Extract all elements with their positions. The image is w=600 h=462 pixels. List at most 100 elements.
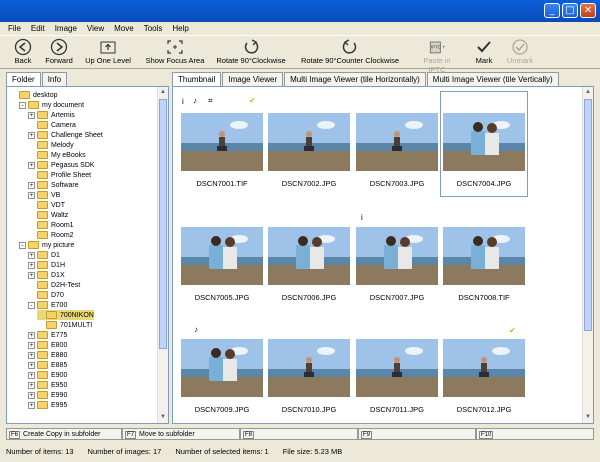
collapse-icon[interactable]: - (19, 101, 26, 109)
thumbnail-image[interactable] (181, 113, 263, 171)
f8-button[interactable]: F8 (240, 428, 358, 440)
menu-move[interactable]: Move (114, 24, 134, 33)
expand-icon[interactable]: + (28, 271, 35, 279)
f10-button[interactable]: F10 (476, 428, 594, 440)
tree-item[interactable]: 701MULTI (37, 320, 92, 330)
back-button[interactable]: Back (8, 38, 38, 65)
tree-item[interactable]: - E700 (28, 300, 67, 310)
tab-thumbnail[interactable]: Thumbnail (172, 72, 222, 86)
thumbnail-filename[interactable]: DSCN7006.JPG (268, 293, 350, 302)
scroll-up-arrow-icon[interactable]: ▲ (158, 87, 168, 98)
tree-item[interactable]: + E775 (28, 330, 67, 340)
menu-file[interactable]: File (8, 24, 21, 33)
thumbnail-filename[interactable]: DSCN7010.JPG (268, 405, 350, 414)
thumbnail-filename[interactable]: DSCN7005.JPG (181, 293, 263, 302)
tree-item[interactable]: Room2 (28, 230, 74, 240)
tree-item[interactable]: desktop (10, 90, 58, 100)
menu-image[interactable]: Image (55, 24, 77, 33)
tree-item[interactable]: Melody (28, 140, 74, 150)
tree-item[interactable]: + E900 (28, 370, 67, 380)
minimize-button[interactable]: _ (544, 3, 560, 18)
tree-item[interactable]: + E885 (28, 360, 67, 370)
tree-item[interactable]: + E800 (28, 340, 67, 350)
rotate-clockwise-button[interactable]: Rotate 90°Clockwise (213, 38, 289, 65)
scroll-down-arrow-icon[interactable]: ▼ (583, 412, 593, 423)
tree-item[interactable]: - my document (19, 100, 84, 110)
show-focus-area-button[interactable]: Show Focus Area (144, 38, 206, 65)
f6-create-copy-button[interactable]: F6 Create Copy in subfolder (6, 428, 122, 440)
expand-icon[interactable]: + (28, 191, 35, 199)
collapse-icon[interactable]: - (28, 301, 35, 309)
thumbnail-filename[interactable]: DSCN7003.JPG (356, 179, 438, 188)
tree-item[interactable]: D70 (28, 290, 64, 300)
thumbnail-filename[interactable]: DSCN7011.JPG (356, 405, 438, 414)
expand-icon[interactable]: + (28, 341, 35, 349)
menu-help[interactable]: Help (172, 24, 188, 33)
tree-item[interactable]: VDT (28, 200, 65, 210)
thumbnail-filename[interactable]: DSCN7002.JPG (268, 179, 350, 188)
scroll-down-arrow-icon[interactable]: ▼ (158, 412, 168, 423)
thumbnail-image[interactable] (181, 227, 263, 285)
tree-item[interactable]: + D1X (28, 270, 65, 280)
tab-folder[interactable]: Folder (6, 72, 41, 86)
up-one-level-button[interactable]: Up One Level (82, 38, 134, 65)
thumbnail-filename[interactable]: DSCN7009.JPG (181, 405, 263, 414)
expand-icon[interactable]: + (28, 161, 35, 169)
expand-icon[interactable]: + (28, 361, 35, 369)
f7-move-button[interactable]: F7 Move to subfolder (122, 428, 240, 440)
tab-multi-horizontal[interactable]: Multi Image Viewer (tile Horizontally) (284, 72, 426, 86)
tree-item[interactable]: + E990 (28, 390, 67, 400)
rotate-counter-clockwise-button[interactable]: Rotate 90°Counter Clockwise (296, 38, 404, 65)
tree-item[interactable]: Camera (28, 120, 76, 130)
thumbnail-image[interactable] (443, 339, 525, 397)
tree-scroll-thumb[interactable] (159, 99, 167, 349)
expand-icon[interactable]: + (28, 331, 35, 339)
expand-icon[interactable]: + (28, 381, 35, 389)
expand-icon[interactable]: + (28, 251, 35, 259)
thumbnail-image[interactable] (268, 339, 350, 397)
expand-icon[interactable]: + (28, 261, 35, 269)
expand-icon[interactable]: + (28, 351, 35, 359)
tree-item[interactable]: + D1H (28, 260, 65, 270)
tree-item[interactable]: + Software (28, 180, 79, 190)
forward-button[interactable]: Forward (42, 38, 76, 65)
expand-icon[interactable]: + (28, 131, 35, 139)
collapse-icon[interactable]: - (19, 241, 26, 249)
thumbnail-image[interactable] (268, 227, 350, 285)
menu-tools[interactable]: Tools (144, 24, 163, 33)
tree-item[interactable]: D2H-Test (28, 280, 80, 290)
thumbnail-filename[interactable]: DSCN7008.TIF (443, 293, 525, 302)
close-button[interactable]: ✕ (580, 3, 596, 18)
mark-button[interactable]: Mark (470, 38, 498, 65)
tree-item[interactable]: + E950 (28, 380, 67, 390)
expand-icon[interactable]: + (28, 371, 35, 379)
tree-item[interactable]: + E995 (28, 400, 67, 410)
tree-item[interactable]: + Pegasus SDK (28, 160, 95, 170)
thumbnail-image[interactable] (181, 339, 263, 397)
tree-item[interactable]: + Challenge Sheet (28, 130, 103, 140)
menu-edit[interactable]: Edit (31, 24, 45, 33)
menu-view[interactable]: View (87, 24, 104, 33)
expand-icon[interactable]: + (28, 401, 35, 409)
scroll-up-arrow-icon[interactable]: ▲ (583, 87, 593, 98)
tree-item[interactable]: Room1 (28, 220, 74, 230)
tree-item[interactable]: My eBooks (28, 150, 86, 160)
thumbnail-image[interactable] (268, 113, 350, 171)
thumbnail-scrollbar[interactable]: ▲ ▼ (582, 87, 593, 423)
tree-item[interactable]: Waltz (28, 210, 68, 220)
tree-item[interactable]: + D1 (28, 250, 60, 260)
thumbnail-scroll-thumb[interactable] (584, 99, 592, 331)
tree-scrollbar[interactable]: ▲ ▼ (157, 87, 168, 423)
paste-in-iptc-button[interactable]: IPTC Paste in IPTC (416, 38, 458, 74)
thumbnail-image[interactable] (356, 339, 438, 397)
thumbnail-image[interactable] (356, 227, 438, 285)
thumbnail-image[interactable] (443, 227, 525, 285)
tree-item[interactable]: - my picture (19, 240, 74, 250)
tree-item[interactable]: 700NIKON (37, 310, 94, 320)
thumbnail-filename[interactable]: DSCN7007.JPG (356, 293, 438, 302)
tree-item[interactable]: Profile Sheet (28, 170, 91, 180)
thumbnail-filename[interactable]: DSCN7004.JPG (443, 179, 525, 188)
f9-button[interactable]: F9 (358, 428, 476, 440)
maximize-button[interactable]: □ (562, 3, 578, 18)
expand-icon[interactable]: + (28, 181, 35, 189)
